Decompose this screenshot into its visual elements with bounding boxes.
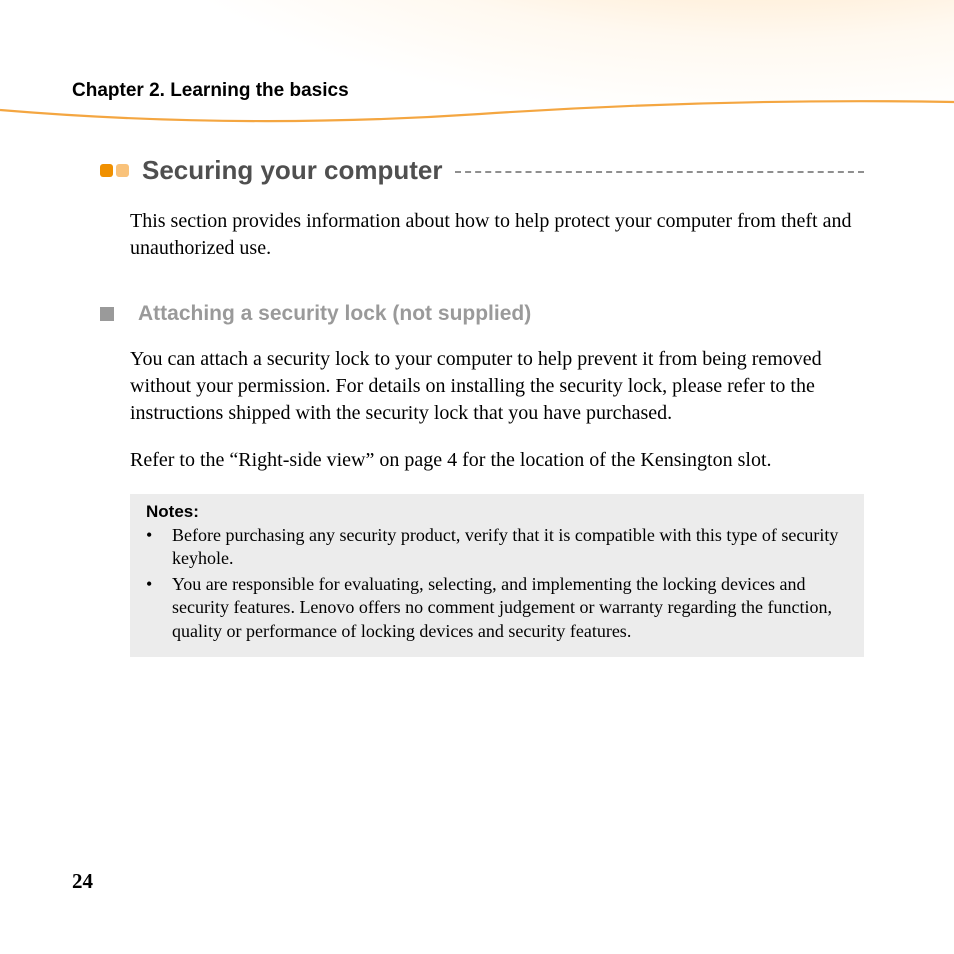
subsection-paragraph: Refer to the “Right-side view” on page 4… (130, 447, 864, 474)
section-intro: This section provides information about … (130, 208, 864, 262)
notes-box: Notes: • Before purchasing any security … (130, 494, 864, 657)
bullet-icon: • (146, 573, 172, 643)
bullet-icon: • (146, 524, 172, 571)
notes-item: • Before purchasing any security product… (146, 524, 848, 571)
notes-list: • Before purchasing any security product… (146, 524, 848, 643)
notes-text: Before purchasing any security product, … (172, 524, 848, 571)
subsection-bullet-icon (100, 307, 114, 321)
section-title: Securing your computer (142, 155, 443, 186)
subsection-title: Attaching a security lock (not supplied) (138, 302, 531, 326)
subsection-heading-row: Attaching a security lock (not supplied) (100, 302, 864, 326)
notes-text: You are responsible for evaluating, sele… (172, 573, 848, 643)
subsection-paragraph: You can attach a security lock to your c… (130, 346, 864, 427)
notes-label: Notes: (146, 502, 848, 522)
chapter-title: Chapter 2. Learning the basics (72, 80, 349, 102)
page-content: Securing your computer This section prov… (130, 155, 864, 657)
section-bullet-icon (100, 164, 113, 177)
heading-divider (455, 171, 865, 173)
page-number: 24 (72, 869, 93, 894)
notes-item: • You are responsible for evaluating, se… (146, 573, 848, 643)
section-bullet-icon (116, 164, 129, 177)
section-heading-row: Securing your computer (100, 155, 864, 186)
